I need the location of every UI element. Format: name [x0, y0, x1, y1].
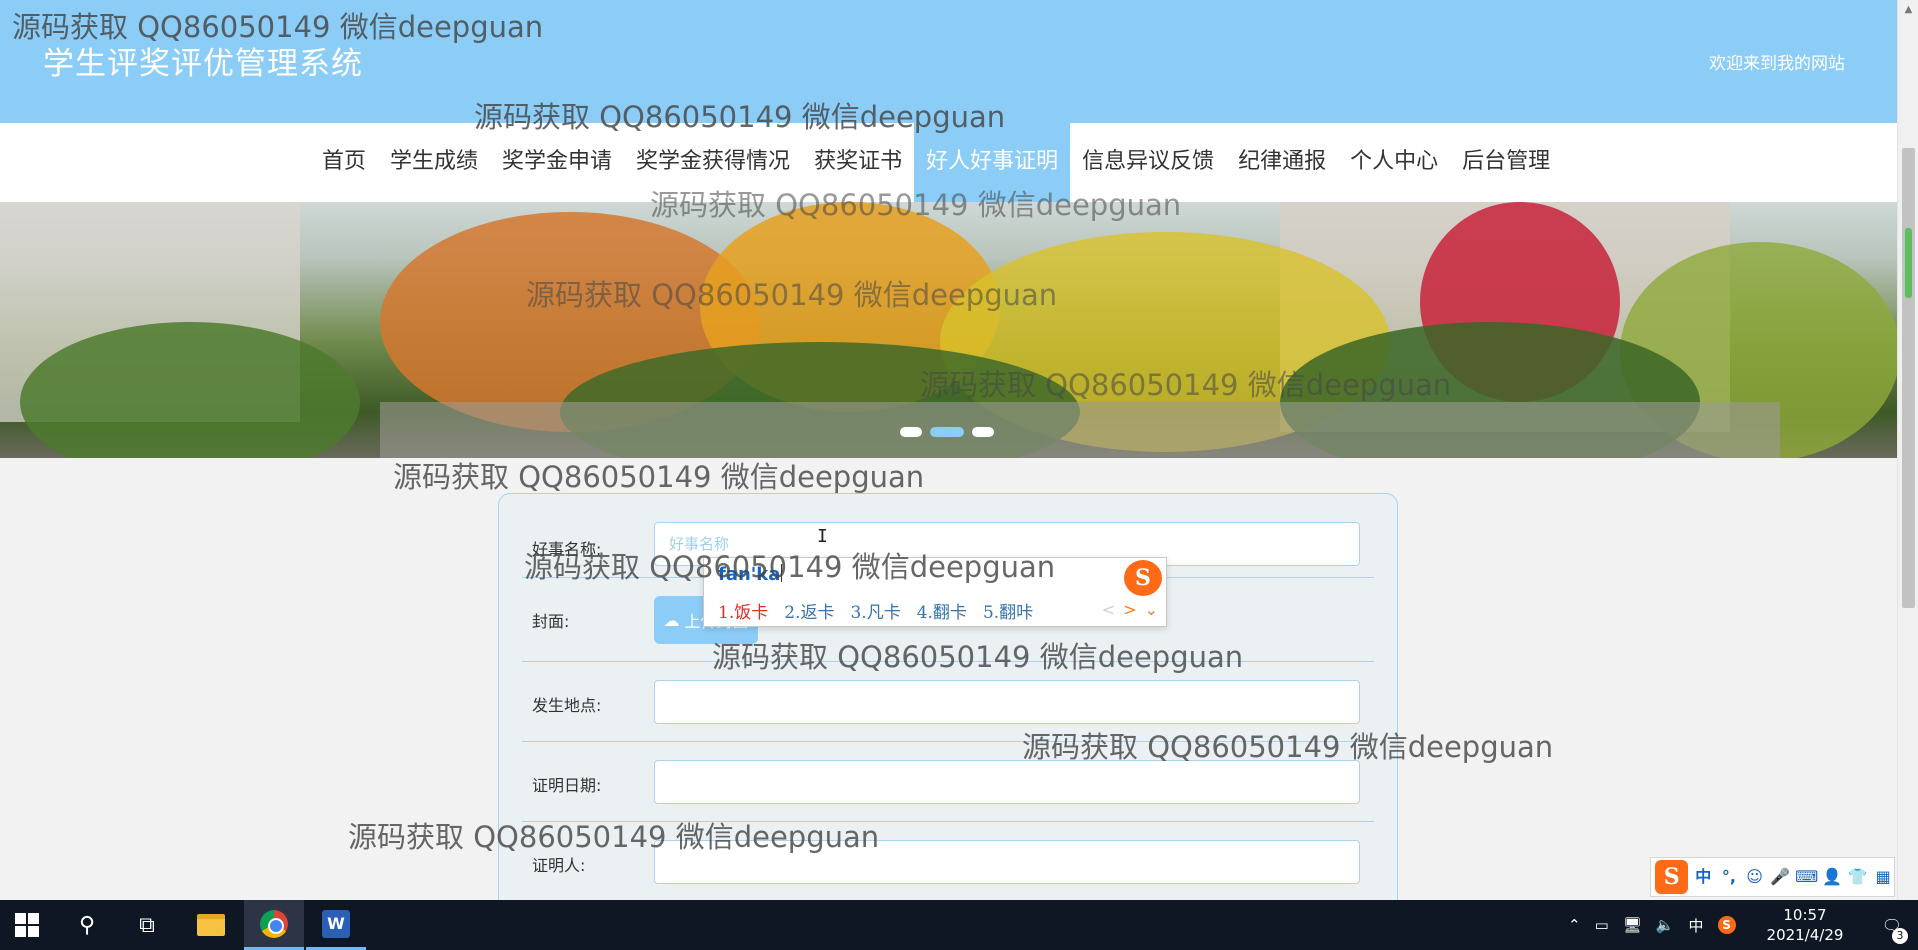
- field-label-name: 好事名称:: [532, 540, 602, 559]
- ime-paging: < > ⌄: [1102, 600, 1158, 619]
- clock-time: 10:57: [1783, 906, 1827, 924]
- field-label-location: 发生地点:: [532, 696, 602, 715]
- ime-candidate-list: 1.饭卡 2.返卡 3.凡卡 4.翻卡 5.翻咔: [718, 598, 1033, 623]
- welcome-text: 欢迎来到我的网站: [1709, 54, 1845, 74]
- banner-road: [380, 402, 1780, 458]
- carousel-indicators: [900, 427, 994, 437]
- ime-candidate[interactable]: 5.翻咔: [983, 598, 1033, 623]
- good-deed-form: 好事名称: 封面: ☁ 上传封面 发生地点: 证明日期: 证明人:: [498, 493, 1398, 913]
- ime-candidate[interactable]: 3.凡卡: [850, 598, 900, 623]
- form-row-location: 发生地点:: [522, 662, 1374, 742]
- chevron-up-icon[interactable]: ⌃: [1568, 916, 1581, 934]
- network-icon[interactable]: 🖥: [1623, 916, 1642, 934]
- nav-item-student-scores[interactable]: 学生成绩: [378, 123, 490, 202]
- input-language[interactable]: 中: [1689, 915, 1704, 936]
- chrome-icon: [260, 909, 288, 938]
- user-icon[interactable]: 👤: [1821, 866, 1843, 888]
- toolbox-icon[interactable]: ▦: [1872, 866, 1894, 888]
- search-icon: ⚲: [78, 912, 96, 938]
- nav-item-feedback[interactable]: 信息异议反馈: [1070, 123, 1226, 202]
- field-label-witness: 证明人:: [532, 856, 586, 875]
- witness-input[interactable]: [654, 840, 1360, 884]
- nav-item-discipline[interactable]: 纪律通报: [1226, 123, 1338, 202]
- skin-icon[interactable]: 👕: [1847, 866, 1869, 888]
- sogou-logo-icon: S: [1124, 560, 1162, 596]
- ime-candidate-window: fan'ka S 1.饭卡 2.返卡 3.凡卡 4.翻卡 5.翻咔 < > ⌄: [703, 557, 1167, 627]
- windows-logo-icon: [15, 913, 39, 937]
- notification-count: 3: [1892, 928, 1908, 944]
- page-scrollbar[interactable]: ▲: [1897, 0, 1918, 900]
- carousel-dot[interactable]: [972, 427, 994, 437]
- action-center-button[interactable]: 🗨 3: [1866, 900, 1918, 950]
- nav-item-good-deed-proof[interactable]: 好人好事证明: [914, 123, 1071, 202]
- ime-candidate[interactable]: 2.返卡: [784, 598, 834, 623]
- keyboard-icon[interactable]: ⌨: [1795, 866, 1818, 888]
- banner-carousel: [0, 202, 1897, 458]
- scroll-thumb[interactable]: [1902, 148, 1915, 608]
- emoji-icon[interactable]: ☺: [1744, 866, 1766, 888]
- form-row-date: 证明日期:: [522, 742, 1374, 822]
- scroll-indicator: [1905, 228, 1912, 298]
- system-tray: ⌃ ▭ 🖥 🔈 中 S: [1568, 900, 1736, 950]
- scroll-up-arrow-icon[interactable]: ▲: [1898, 0, 1918, 20]
- sogou-tray-icon[interactable]: S: [1717, 916, 1736, 934]
- microphone-icon[interactable]: 🎤: [1769, 866, 1791, 888]
- ime-punct-toggle[interactable]: °,: [1718, 866, 1740, 888]
- field-label-cover: 封面:: [532, 612, 570, 631]
- nav-item-scholarship-awards[interactable]: 奖学金获得情况: [624, 123, 802, 202]
- nav-item-certificates[interactable]: 获奖证书: [802, 123, 914, 202]
- nav-item-profile[interactable]: 个人中心: [1338, 123, 1450, 202]
- cloud-upload-icon: ☁: [663, 610, 680, 630]
- date-input[interactable]: [654, 760, 1360, 804]
- task-view-icon: ⧉: [139, 912, 155, 938]
- text-cursor-icon: I: [817, 526, 828, 547]
- sogou-ime-toolbar: S 中 °, ☺ 🎤 ⌨ 👤 👕 ▦: [1650, 857, 1895, 897]
- ime-candidate[interactable]: 4.翻卡: [917, 598, 967, 623]
- taskbar-word[interactable]: W: [306, 900, 366, 950]
- taskbar-clock[interactable]: 10:57 2021/4/29: [1760, 900, 1850, 950]
- ime-next-page-icon[interactable]: >: [1123, 600, 1136, 619]
- carousel-dot[interactable]: [900, 427, 922, 437]
- ime-pinyin-composition: fan'ka: [718, 564, 783, 585]
- taskbar-file-explorer[interactable]: [184, 900, 238, 950]
- nav-item-home[interactable]: 首页: [310, 123, 378, 202]
- ime-candidate[interactable]: 1.饭卡: [718, 598, 768, 623]
- nav-list: 首页 学生成绩 奖学金申请 奖学金获得情况 获奖证书 好人好事证明 信息异议反馈…: [310, 123, 1562, 202]
- site-header: 学生评奖评优管理系统 欢迎来到我的网站: [0, 0, 1897, 123]
- word-icon: W: [322, 909, 350, 938]
- battery-icon[interactable]: ▭: [1595, 916, 1609, 934]
- location-input[interactable]: [654, 680, 1360, 724]
- clock-date: 2021/4/29: [1766, 926, 1844, 944]
- carousel-dot-active[interactable]: [930, 427, 964, 437]
- watermark: 源码获取 QQ86050149 微信deepguan: [393, 460, 925, 494]
- taskbar-search-button[interactable]: ⚲: [60, 900, 114, 950]
- taskbar-chrome[interactable]: [244, 900, 304, 950]
- nav-item-scholarship-apply[interactable]: 奖学金申请: [490, 123, 624, 202]
- main-nav: 首页 学生成绩 奖学金申请 奖学金获得情况 获奖证书 好人好事证明 信息异议反馈…: [0, 123, 1897, 202]
- ime-expand-icon[interactable]: ⌄: [1145, 600, 1158, 619]
- field-label-date: 证明日期:: [532, 776, 602, 795]
- sogou-toolbar-logo-icon[interactable]: S: [1655, 860, 1689, 894]
- task-view-button[interactable]: ⧉: [120, 900, 174, 950]
- ime-prev-page-icon[interactable]: <: [1102, 600, 1115, 619]
- volume-icon[interactable]: 🔈: [1656, 916, 1675, 934]
- ime-mode-toggle[interactable]: 中: [1692, 866, 1714, 888]
- site-title: 学生评奖评优管理系统: [43, 46, 363, 82]
- start-button[interactable]: [0, 900, 54, 950]
- nav-item-admin[interactable]: 后台管理: [1450, 123, 1562, 202]
- folder-icon: [197, 914, 225, 936]
